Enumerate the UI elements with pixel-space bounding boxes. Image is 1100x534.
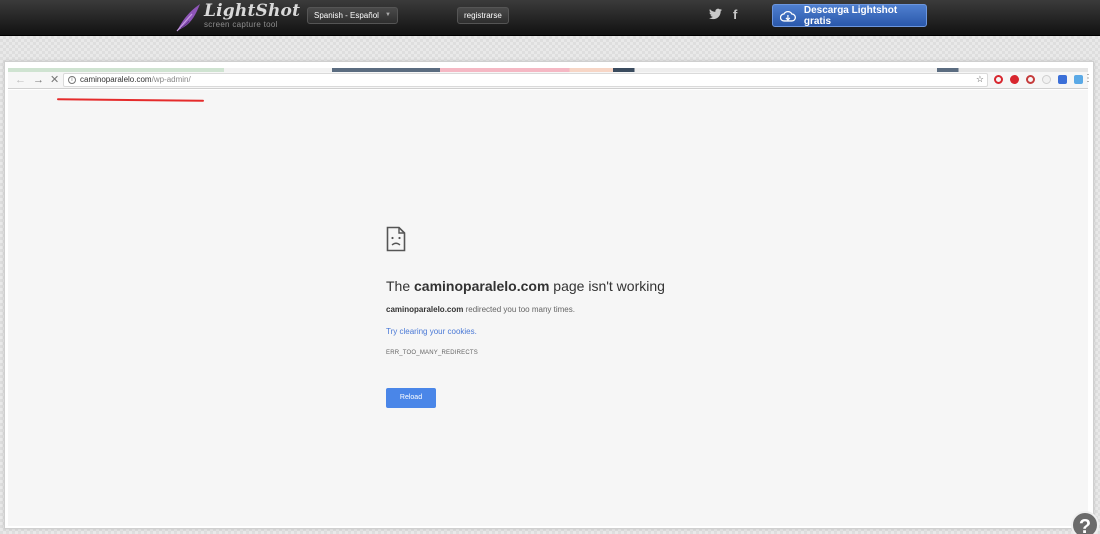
error-page: The caminoparalelo.com page isn't workin… [8,90,1088,526]
clear-cookies-link[interactable]: clearing your cookies [399,327,474,336]
bookmark-star-icon[interactable]: ☆ [976,74,984,85]
sad-page-icon [386,226,406,252]
chevron-down-icon: ▼ [384,12,391,18]
feather-logo-icon [176,4,200,32]
extension-icon[interactable] [1042,75,1051,84]
error-detail: caminoparalelo.com redirected you too ma… [386,305,575,314]
twitter-icon[interactable] [709,8,722,20]
error-code: ERR_TOO_MANY_REDIRECTS [386,350,478,356]
address-bar[interactable]: i caminoparalelo.com/wp-admin/ ☆ [63,73,988,87]
language-label: Spanish - Español [314,11,379,20]
reload-button[interactable]: Reload [386,388,436,408]
more-menu-icon[interactable]: ⋮ [1083,73,1093,84]
error-title-prefix: The [386,278,415,294]
language-select[interactable]: Spanish - Español ▼ [307,7,398,24]
url-path: /wp-admin/ [151,75,191,84]
error-title: The caminoparalelo.com page isn't workin… [386,278,665,294]
extension-icon[interactable] [1074,75,1083,84]
opera-extension-icon[interactable] [994,75,1003,84]
close-icon[interactable]: ✕ [50,74,59,86]
url-host: caminoparalelo.com [80,75,152,84]
suggestion-prefix: Try [386,327,400,336]
screenshot-frame: ← → ✕ i caminoparalelo.com/wp-admin/ ☆ ⋮… [4,61,1094,529]
forward-arrow-icon[interactable]: → [33,74,44,86]
logo-name: LightShot [204,1,301,21]
error-title-suffix: page isn't working [549,278,665,294]
browser-toolbar: ← → ✕ i caminoparalelo.com/wp-admin/ ☆ ⋮ [8,72,1093,89]
error-detail-text: redirected you too many times. [463,305,575,314]
url-text: caminoparalelo.com/wp-admin/ [80,75,191,85]
logo-tagline: screen capture tool [204,20,278,29]
download-label: Descarga Lightshot gratis [803,4,898,27]
extension-icon[interactable] [1026,75,1035,84]
suggestion-suffix: . [474,327,477,336]
register-button[interactable]: registrarse [457,7,509,24]
cloud-download-icon [780,10,796,22]
lightshot-header: LightShot screen capture tool Spanish - … [0,0,1100,36]
lightshot-logo[interactable]: LightShot screen capture tool [174,2,300,34]
error-detail-domain: caminoparalelo.com [386,305,464,314]
back-arrow-icon[interactable]: ← [15,74,26,86]
suggestion-text: Try clearing your cookies. [386,327,477,336]
download-button[interactable]: Descarga Lightshot gratis [772,4,927,27]
info-icon[interactable]: i [68,76,76,84]
help-button[interactable]: ? [1071,511,1099,534]
adblock-extension-icon[interactable] [1010,75,1019,84]
facebook-icon[interactable]: f [733,8,737,22]
extension-icon[interactable] [1058,75,1067,84]
error-title-domain: caminoparalelo.com [414,278,550,294]
